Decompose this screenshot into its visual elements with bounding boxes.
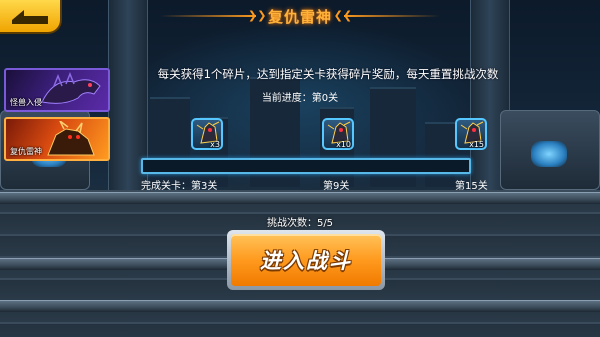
- stage-label: 第15关: [455, 181, 488, 192]
- challenge-count: 挑战次数：5/5: [266, 218, 334, 229]
- stage-label: 完成关卡：第3关: [141, 181, 218, 192]
- stage-label: 第9关: [323, 181, 350, 192]
- reward-item[interactable]: x15: [455, 118, 487, 150]
- reward-item[interactable]: x3: [191, 118, 223, 150]
- tab-avenging-thunder-god[interactable]: 复仇雷神: [4, 117, 110, 161]
- enter-battle-button[interactable]: 进入战斗: [227, 230, 385, 290]
- page-title: 复仇雷神: [267, 7, 332, 26]
- tab-monster-invasion[interactable]: 怪兽入侵: [4, 68, 110, 112]
- back-button[interactable]: [0, 0, 62, 34]
- current-progress: 当前进度：第0关: [261, 93, 339, 104]
- tab-label: 复仇雷神: [10, 147, 42, 156]
- reward-count: x15: [469, 140, 484, 149]
- enter-battle-label: 进入战斗: [260, 249, 352, 273]
- right-machine: [500, 110, 600, 190]
- tab-label: 怪兽入侵: [10, 98, 42, 107]
- reward-count: x10: [336, 140, 351, 149]
- description-text: 每关获得1个碎片，达到指定关卡获得碎片奖励，每天重置挑战次数: [157, 67, 499, 81]
- title-banner: ❯❯ 复仇雷神 ❮❮: [160, 4, 440, 28]
- back-arrow-icon: [12, 10, 48, 24]
- reward-count: x3: [210, 140, 220, 149]
- thunder-god-art-icon: [47, 121, 95, 156]
- progress-bar: [141, 158, 471, 174]
- reward-item[interactable]: x10: [322, 118, 354, 150]
- monster-art-icon: [41, 72, 101, 104]
